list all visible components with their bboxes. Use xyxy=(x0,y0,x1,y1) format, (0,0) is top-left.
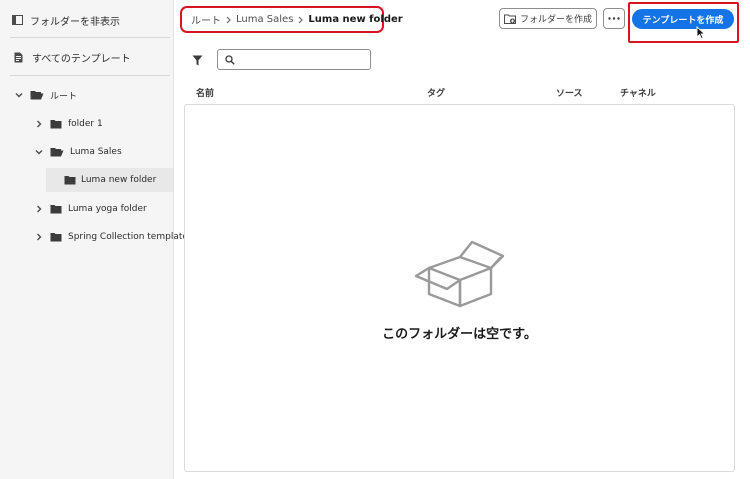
panel-toggle-icon xyxy=(12,15,23,25)
all-templates-label: すべてのテンプレート xyxy=(32,53,131,65)
folder-add-icon xyxy=(503,14,516,24)
divider xyxy=(10,75,170,76)
column-header-name[interactable]: 名前 xyxy=(196,86,214,99)
column-header-source[interactable]: ソース xyxy=(556,86,583,99)
create-folder-button[interactable]: フォルダーを作成 xyxy=(499,8,597,29)
tree-item-luma-new-folder[interactable]: Luma new folder xyxy=(64,168,156,192)
tree-item-label: folder 1 xyxy=(68,119,103,129)
template-list-panel: このフォルダーは空です。 xyxy=(184,104,735,472)
tree-item-label: Luma yoga folder xyxy=(68,204,147,214)
chevron-right-icon[interactable] xyxy=(34,205,44,213)
folder-sidebar: フォルダーを非表示 すべてのテンプレート ルート folder 1 Luma S… xyxy=(0,0,193,479)
filter-icon xyxy=(192,55,203,66)
tree-item-spring-collection[interactable]: Spring Collection templates xyxy=(34,225,193,249)
hide-folders-label: フォルダーを非表示 xyxy=(30,16,120,28)
column-header-channel[interactable]: チャネル xyxy=(620,86,656,99)
create-template-button[interactable]: テンプレートを作成 xyxy=(632,9,734,29)
tree-item-label: Luma Sales xyxy=(70,147,122,157)
tree-item-luma-sales[interactable]: Luma Sales xyxy=(34,140,122,164)
search-input[interactable] xyxy=(240,54,360,65)
tree-item-label: ルート xyxy=(50,91,78,102)
breadcrumb: ルート Luma Sales Luma new folder xyxy=(180,6,403,33)
chevron-right-icon xyxy=(298,16,304,24)
breadcrumb-parent[interactable]: Luma Sales xyxy=(236,14,293,25)
folder-icon xyxy=(64,175,76,185)
folder-open-icon xyxy=(50,147,64,157)
chevron-down-icon[interactable] xyxy=(14,92,24,98)
more-options-button[interactable] xyxy=(603,8,625,29)
divider xyxy=(10,37,170,38)
tree-item-label: Luma new folder xyxy=(81,175,157,185)
breadcrumb-root[interactable]: ルート xyxy=(191,12,221,27)
all-templates-link[interactable]: すべてのテンプレート xyxy=(14,49,187,65)
chevron-right-icon[interactable] xyxy=(34,120,44,128)
chevron-right-icon[interactable] xyxy=(34,233,44,241)
breadcrumb-current: Luma new folder xyxy=(308,14,403,25)
tree-item-luma-yoga-folder[interactable]: Luma yoga folder xyxy=(34,197,147,221)
chevron-right-icon xyxy=(226,16,231,24)
column-header-tags[interactable]: タグ xyxy=(427,86,445,99)
chevron-down-icon[interactable] xyxy=(34,149,44,155)
create-folder-label: フォルダーを作成 xyxy=(519,15,592,25)
document-icon xyxy=(14,52,23,63)
empty-state-message: このフォルダーは空です。 xyxy=(382,327,537,342)
hide-folders-button[interactable]: フォルダーを非表示 xyxy=(12,12,185,28)
open-box-icon xyxy=(412,240,506,314)
mouse-cursor-icon xyxy=(696,25,707,44)
search-field[interactable] xyxy=(217,49,371,70)
folder-icon xyxy=(50,232,62,242)
tree-item-label: Spring Collection templates xyxy=(68,232,193,242)
tree-item-folder-1[interactable]: folder 1 xyxy=(34,112,103,136)
filter-button[interactable] xyxy=(190,54,204,66)
search-icon xyxy=(225,54,235,65)
folder-icon xyxy=(50,204,62,214)
create-template-label: テンプレートを作成 xyxy=(642,15,724,26)
tree-item-root[interactable]: ルート xyxy=(14,83,77,107)
folder-icon xyxy=(50,119,62,129)
more-icon xyxy=(608,17,620,20)
folder-open-icon xyxy=(30,90,44,100)
